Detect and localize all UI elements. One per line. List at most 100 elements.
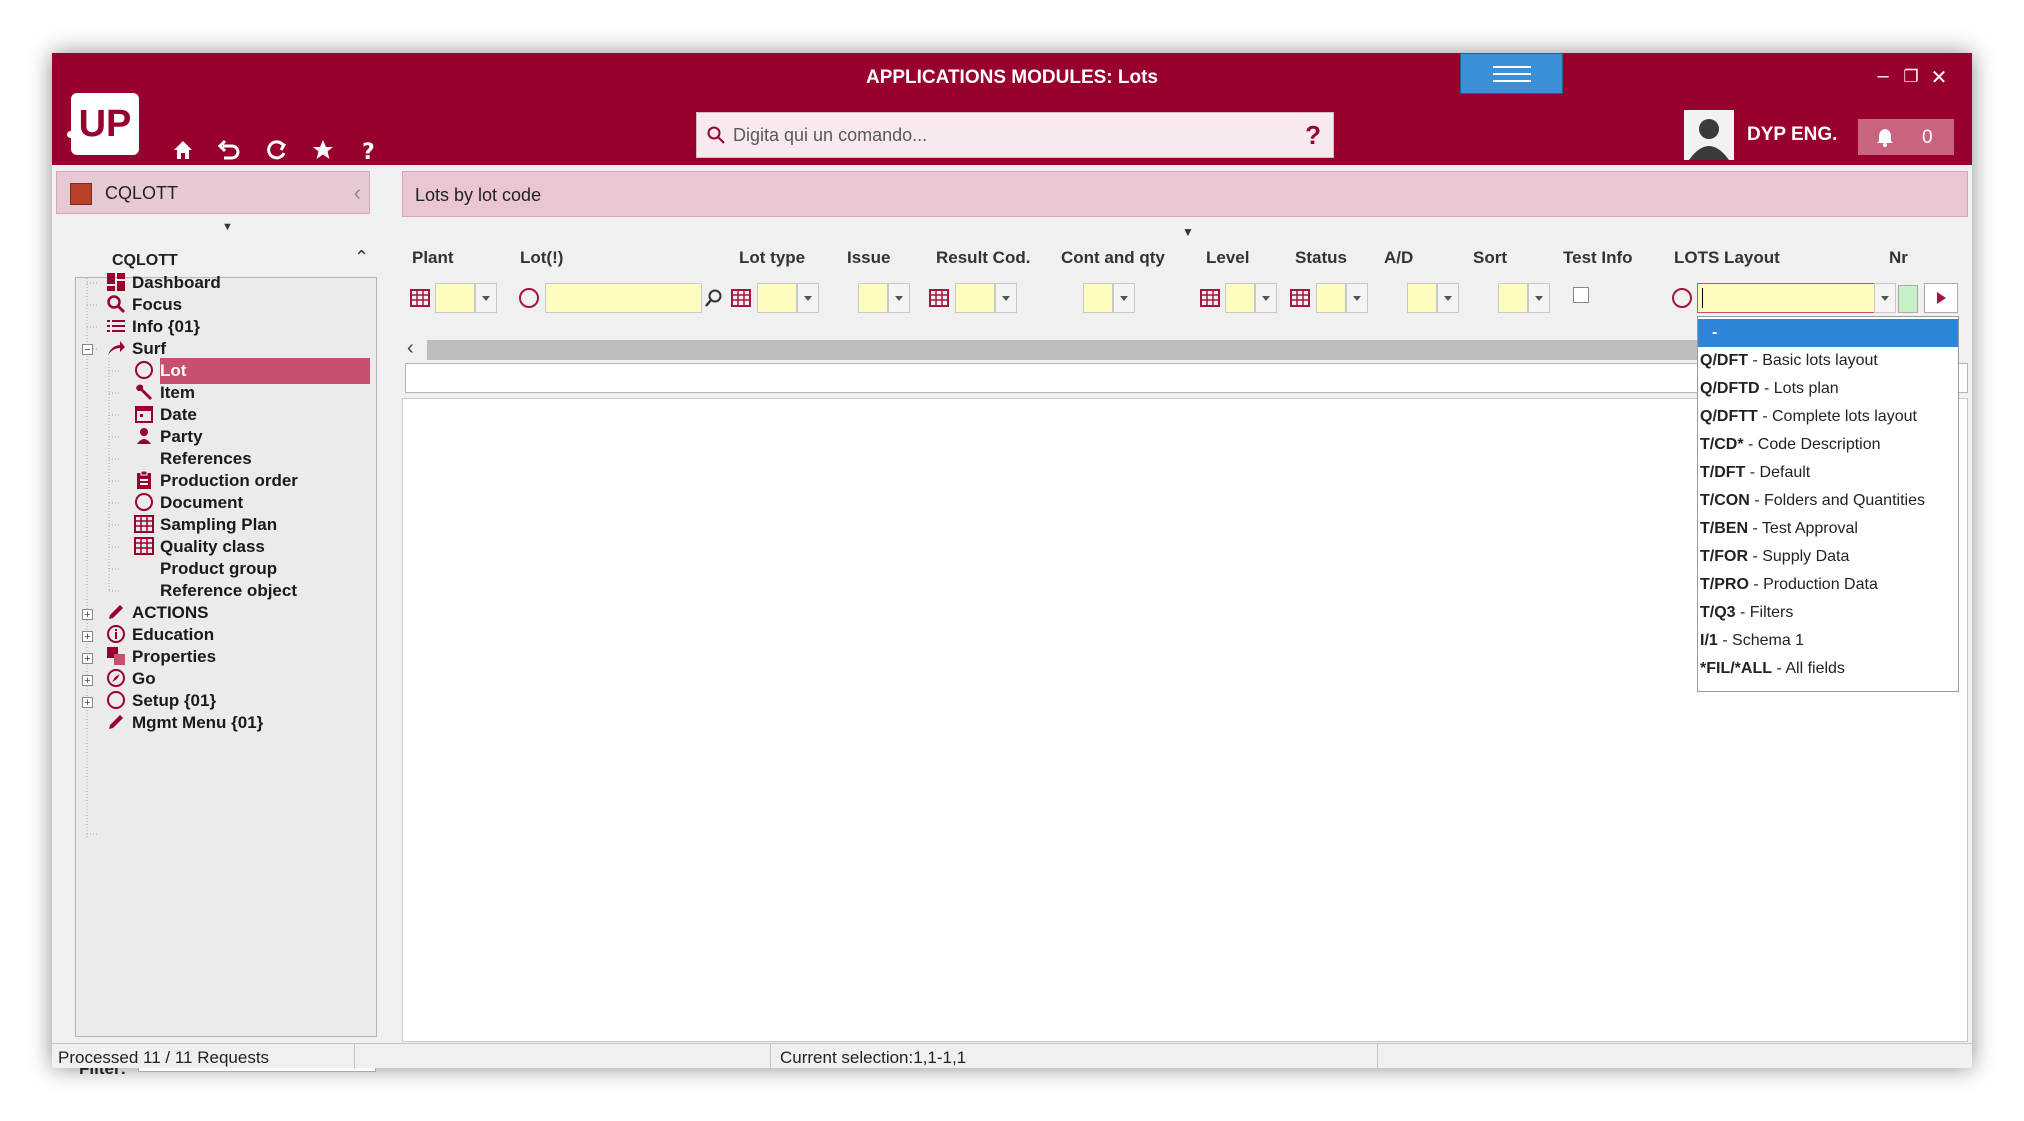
issue-dropdown-button[interactable] [888,283,910,313]
grid-icon[interactable] [410,288,430,308]
surf-collapse-toggle[interactable]: − [82,344,93,356]
column-label-result-cod: Result Cod. [936,248,1031,267]
setup-expand-toggle[interactable]: + [82,697,93,709]
status-requests: Processed 11 / 11 Requests [58,1048,270,1067]
app-logo[interactable]: UP [67,93,139,155]
command-search[interactable]: Digita qui un comando... ? [696,112,1334,158]
tree-collapse-chevron-icon[interactable]: ⌃ [354,247,369,268]
scroll-left-arrow-icon[interactable]: ‹ [407,337,414,360]
column-label-nr: Nr [1889,248,1908,267]
level-field[interactable] [1225,283,1255,313]
go-expand-toggle[interactable]: + [82,675,93,687]
tree-item-label: Surf [132,339,166,358]
lot-field[interactable] [545,283,702,313]
tree-title: CQLOTT [112,252,178,269]
test-info-checkbox[interactable] [1573,287,1589,303]
blank-icon [134,558,154,578]
circle-icon[interactable] [1672,288,1692,308]
user-name[interactable]: DYP ENG. [1747,124,1837,146]
grid-icon [134,514,154,533]
scrollbar-thumb[interactable] [427,340,1767,360]
search-icon [707,126,725,144]
tree-item-label: Education [132,625,215,644]
lot-type-dropdown-button[interactable] [797,283,819,313]
actions-expand-toggle[interactable]: + [82,609,93,621]
collapse-panel-chevron-icon[interactable]: ‹ [354,180,361,206]
hamburger-menu-button[interactable] [1460,53,1563,94]
dashboard-icon [107,272,125,291]
a-d-dropdown-button[interactable] [1437,283,1459,313]
blank-icon [134,448,154,468]
module-header-label: CQLOTT [105,183,179,203]
lookup-search-icon[interactable] [704,288,724,308]
tree-item-label: Party [160,427,203,446]
result-cod-field[interactable] [955,283,995,313]
level-dropdown-button[interactable] [1255,283,1277,313]
home-icon[interactable] [166,133,200,167]
dropdown-option[interactable]: T/BEN - Test Approval [1698,515,1958,543]
dropdown-option[interactable]: T/PRO - Production Data [1698,571,1958,599]
sort-dropdown-button[interactable] [1528,283,1550,313]
help-icon[interactable]: ? [352,133,386,167]
run-button[interactable] [1924,283,1958,313]
close-button[interactable]: ✕ [1926,65,1952,90]
star-icon[interactable] [306,133,340,167]
module-dropdown-caret-icon[interactable]: ▼ [222,221,233,233]
refresh-icon[interactable] [259,133,293,167]
plant-dropdown-button[interactable] [475,283,497,313]
lots-layout-dropdown-list: - Q/DFT - Basic lots layout Q/DFTD - Lot… [1697,316,1959,692]
person-icon [137,427,151,444]
module-header[interactable]: CQLOTT ‹ [56,171,370,214]
grid-icon[interactable] [1200,288,1220,308]
dropdown-option[interactable]: T/CD* - Code Description [1698,431,1958,459]
grid-icon[interactable] [929,288,949,308]
cont-and-qty-dropdown-button[interactable] [1113,283,1135,313]
grid-icon [134,536,154,555]
dropdown-option[interactable]: T/DFT - Default [1698,459,1958,487]
wrench-icon [136,384,152,400]
bell-icon [1877,129,1893,147]
dropdown-option[interactable]: I/1 - Schema 1 [1698,627,1958,655]
column-label-lot-type: Lot type [739,248,806,267]
avatar[interactable] [1684,110,1734,160]
header-dropdown-caret-icon[interactable]: ▼ [1182,225,1194,239]
main-header-title: Lots by lot code [415,185,542,205]
dropdown-option[interactable]: T/Q3 - Filters [1698,599,1958,627]
properties-expand-toggle[interactable]: + [82,653,93,665]
minimize-button[interactable]: – [1870,65,1896,88]
circle-icon[interactable] [519,288,539,308]
dropdown-option[interactable]: Q/DFTD - Lots plan [1698,375,1958,403]
grid-icon[interactable] [731,288,751,308]
undo-icon[interactable] [212,133,246,167]
dropdown-option[interactable]: - [1698,319,1958,347]
tree-item-label: Focus [132,295,183,314]
dropdown-option[interactable]: T/CON - Folders and Quantities [1698,487,1958,515]
dropdown-option[interactable]: Q/DFT - Basic lots layout [1698,347,1958,375]
education-expand-toggle[interactable]: + [82,631,93,643]
nr-field[interactable] [1898,285,1918,313]
search-help-button[interactable]: ? [1305,120,1321,151]
dropdown-option[interactable]: T/FOR - Supply Data [1698,543,1958,571]
plant-field[interactable] [435,283,475,313]
sort-field[interactable] [1498,283,1528,313]
column-label-test-info: Test Info [1563,248,1633,267]
tree-item-label: Sampling Plan [160,515,278,534]
cont-and-qty-field[interactable] [1083,283,1113,313]
result-cod-dropdown-button[interactable] [995,283,1017,313]
lot-type-field[interactable] [757,283,797,313]
status-dropdown-button[interactable] [1346,283,1368,313]
dropdown-option[interactable]: Q/DFTT - Complete lots layout [1698,403,1958,431]
restore-button[interactable]: ❐ [1898,67,1924,87]
tree-item-mgmt-menu[interactable]: Mgmt Menu {01} [106,710,263,736]
tree-item-label: Item [160,383,195,402]
issue-field[interactable] [858,283,888,313]
horizontal-scrollbar[interactable] [427,340,1767,360]
status-field[interactable] [1316,283,1346,313]
tree-item-surf[interactable]: Surf [106,336,166,362]
lots-layout-dropdown-button[interactable] [1874,283,1896,313]
lots-layout-field[interactable] [1697,283,1875,313]
dropdown-option[interactable]: *FIL/*ALL - All fields [1698,655,1958,683]
grid-icon[interactable] [1290,288,1310,308]
notifications-button[interactable]: 0 [1858,119,1954,155]
a-d-field[interactable] [1407,283,1437,313]
